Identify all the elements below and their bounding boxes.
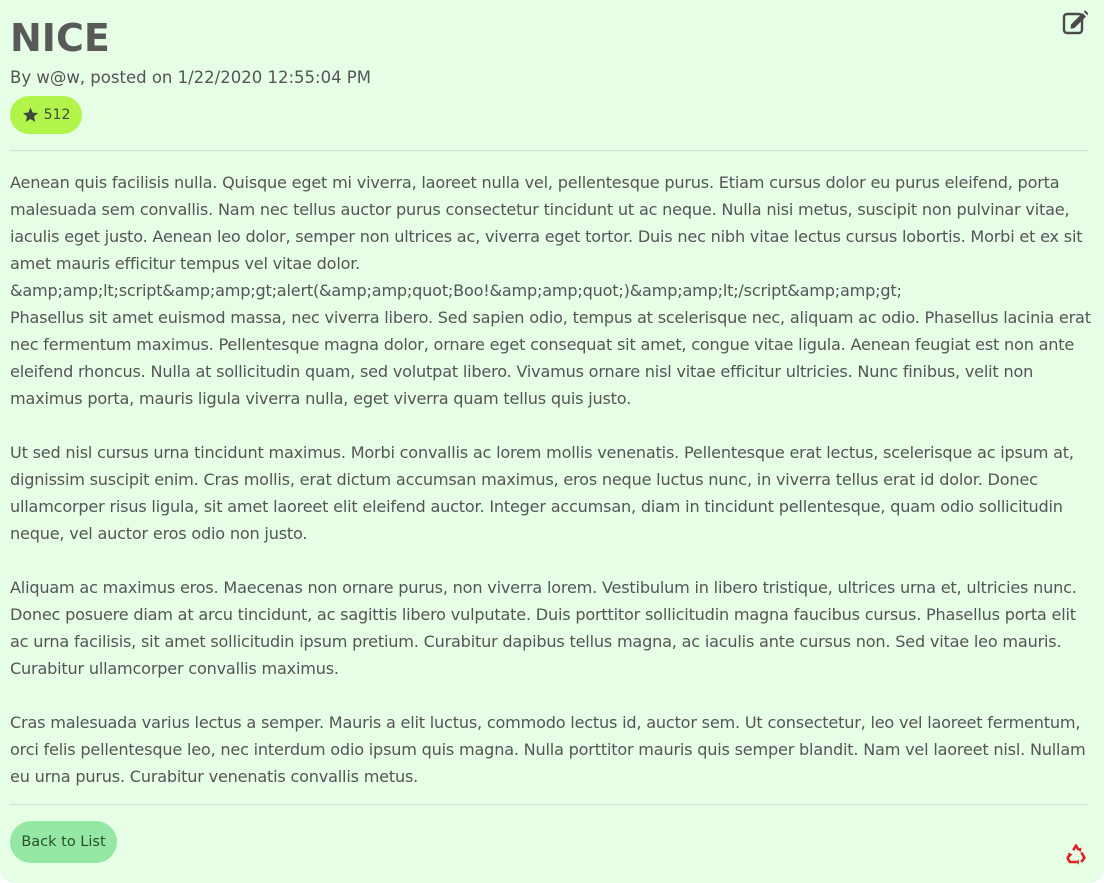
body-paragraph: Aenean quis facilisis nulla. Quisque ege… — [10, 173, 1091, 408]
body-paragraph: Aliquam ac maximus eros. Maecenas non or… — [10, 578, 1077, 678]
rating-badge[interactable]: 512 — [10, 96, 82, 134]
post-title: NICE — [10, 16, 110, 60]
back-to-list-button[interactable]: Back to List — [10, 821, 117, 863]
post-byline: By w@w, posted on 1/22/2020 12:55:04 PM — [10, 68, 371, 87]
header-divider — [10, 150, 1088, 151]
post-card: NICE By w@w, posted on 1/22/2020 12:55:0… — [0, 0, 1104, 883]
body-paragraph: Cras malesuada varius lectus a semper. M… — [10, 713, 1086, 786]
recycle-icon[interactable] — [1064, 842, 1088, 866]
post-body: Aenean quis facilisis nulla. Quisque ege… — [10, 169, 1095, 790]
rating-count: 512 — [43, 107, 71, 123]
edit-icon[interactable] — [1062, 10, 1089, 36]
body-paragraph: Ut sed nisl cursus urna tincidunt maximu… — [10, 443, 1074, 543]
star-icon — [22, 107, 39, 123]
footer-divider — [10, 804, 1088, 805]
